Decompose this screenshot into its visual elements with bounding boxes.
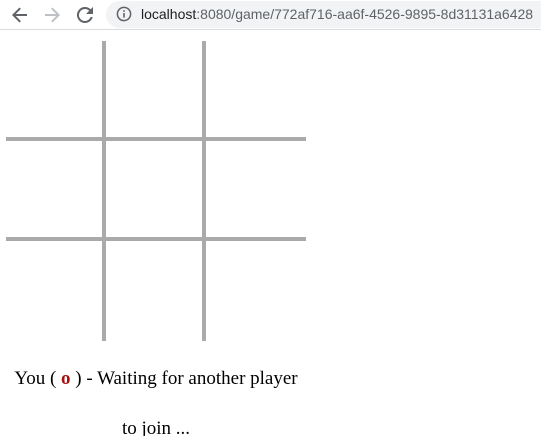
board-cell-5[interactable] [106, 141, 202, 237]
board-cell-4[interactable] [6, 141, 102, 237]
game-board [6, 41, 306, 341]
reload-button[interactable] [73, 3, 97, 27]
back-button[interactable] [8, 3, 32, 27]
status-line-2: to join ... [121, 418, 191, 436]
board-cell-8[interactable] [106, 241, 202, 337]
grid-line-vertical-1 [102, 41, 106, 341]
status-line-1: You ( o ) - Waiting for another player [6, 354, 306, 404]
grid-line-horizontal-1 [6, 137, 306, 141]
board-cell-6[interactable] [206, 141, 302, 237]
grid-line-vertical-2 [202, 41, 206, 341]
status-suffix: ) - Waiting for another player [75, 368, 298, 389]
url-text[interactable]: localhost:8080/game/772af716-aa6f-4526-9… [141, 6, 533, 23]
back-arrow-icon [12, 7, 27, 23]
reload-icon [77, 7, 93, 23]
board-cell-2[interactable] [106, 41, 202, 137]
forward-arrow-icon [45, 7, 60, 23]
board-cell-7[interactable] [6, 241, 102, 337]
info-icon[interactable] [116, 6, 132, 22]
board-cell-9[interactable] [206, 241, 302, 337]
board-cell-1[interactable] [6, 41, 102, 137]
browser-toolbar: localhost:8080/game/772af716-aa6f-4526-9… [0, 0, 541, 30]
grid-line-horizontal-2 [6, 237, 306, 241]
url-host: localhost [141, 6, 197, 22]
url-path: :8080/game/772af716-aa6f-4526-9895-8d311… [196, 6, 534, 22]
address-bar[interactable]: localhost:8080/game/772af716-aa6f-4526-9… [106, 1, 541, 28]
status-prefix: You ( [14, 368, 57, 389]
player-symbol: o [61, 368, 71, 389]
status-message: You ( o ) - Waiting for another player t… [6, 354, 306, 436]
forward-button[interactable] [40, 3, 64, 27]
board-cell-3[interactable] [206, 41, 302, 137]
